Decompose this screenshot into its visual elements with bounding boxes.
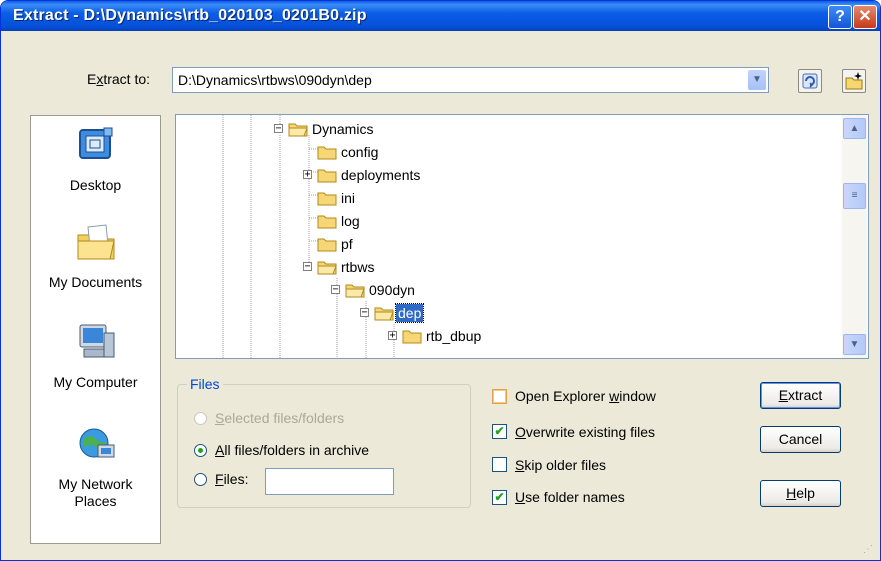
tree-node-label[interactable]: deployments: [339, 166, 422, 184]
folder-tree[interactable]: − Dynamics config + deployments ini log pf − rtbw…: [175, 114, 869, 359]
files-radio-label: Files:: [215, 471, 249, 487]
places-bar: Desktop My Documents My Computer My Netw…: [30, 115, 161, 544]
tree-node-label[interactable]: config: [339, 143, 380, 161]
extract-dialog: Extract - D:\Dynamics\rtb_020103_0201B0.…: [0, 0, 881, 561]
resize-grip[interactable]: ⋰: [863, 544, 873, 555]
window-title: Extract - D:\Dynamics\rtb_020103_0201B0.…: [13, 7, 367, 24]
chevron-down-icon[interactable]: ▼: [748, 70, 766, 90]
overwrite-label: Overwrite existing files: [515, 424, 656, 440]
scroll-up-button[interactable]: ▲: [843, 118, 866, 139]
expand-icon[interactable]: +: [388, 331, 397, 341]
folder-icon: [317, 169, 337, 183]
place-my-documents[interactable]: My Documents: [31, 221, 160, 291]
tree-node-label[interactable]: pf: [339, 235, 355, 253]
new-folder-button[interactable]: [842, 69, 866, 93]
files-group-legend: Files: [187, 376, 223, 392]
folder-icon: [317, 261, 337, 275]
refresh-folder-button[interactable]: [798, 69, 822, 93]
selected-files-radio[interactable]: [194, 412, 207, 425]
folder-icon: [317, 238, 337, 252]
help-button[interactable]: Help: [760, 480, 841, 507]
help-title-button[interactable]: ?: [828, 5, 852, 29]
collapse-icon[interactable]: −: [274, 124, 283, 134]
place-my-computer-label: My Computer: [53, 374, 138, 390]
tree-scrollbar[interactable]: ▲ ≡ ▼: [842, 115, 867, 358]
tree-node-label[interactable]: rtbws: [339, 258, 376, 276]
all-files-radio[interactable]: [194, 444, 207, 457]
extract-path-combo[interactable]: D:\Dynamics\rtbws\090dyn\dep ▼: [172, 67, 769, 93]
overwrite-checkbox[interactable]: ✔: [492, 424, 507, 439]
desktop-icon: [78, 127, 112, 159]
place-my-documents-label: My Documents: [48, 274, 143, 290]
my-network-places-icon: [79, 428, 114, 458]
my-computer-icon: [79, 324, 114, 358]
new-folder-icon: [845, 72, 863, 90]
folder-icon: [317, 215, 337, 229]
files-pattern-input[interactable]: [265, 468, 394, 495]
open-explorer-label: Open Explorer window: [515, 388, 656, 404]
folder-icon: [402, 330, 422, 344]
extract-path-value[interactable]: D:\Dynamics\rtbws\090dyn\dep: [178, 72, 372, 88]
tree-node-label[interactable]: ini: [339, 189, 357, 207]
tree-connector-lines: [222, 115, 395, 358]
collapse-icon[interactable]: −: [303, 262, 312, 272]
selected-files-label: Selected files/folders: [215, 410, 345, 426]
collapse-icon[interactable]: −: [331, 285, 340, 295]
skip-older-label: Skip older files: [515, 457, 607, 473]
use-folder-names-label: Use folder names: [515, 489, 625, 505]
radio-selected-dot: [198, 448, 203, 453]
folder-icon: [288, 123, 308, 137]
use-folder-names-checkbox[interactable]: ✔: [492, 490, 507, 505]
tree-node-label[interactable]: Dynamics: [310, 120, 375, 138]
place-my-network-label: My Network Places: [58, 476, 133, 509]
tree-node-label[interactable]: dep: [394, 303, 425, 323]
open-explorer-checkbox[interactable]: [492, 389, 507, 404]
all-files-label: All files/folders in archive: [215, 442, 370, 458]
place-desktop-label: Desktop: [69, 177, 122, 193]
place-my-network-places[interactable]: My Network Places: [31, 423, 160, 510]
refresh-folder-icon: [802, 73, 818, 89]
my-documents-icon: [77, 224, 115, 260]
close-button[interactable]: ✕: [853, 5, 877, 29]
collapse-icon[interactable]: −: [360, 308, 369, 318]
folder-icon: [374, 307, 394, 321]
tree-node-label[interactable]: 090dyn: [367, 281, 417, 299]
scroll-thumb[interactable]: ≡: [843, 183, 866, 209]
tree-node-label[interactable]: rtb_dbup: [424, 327, 483, 345]
tree-node-label[interactable]: log: [339, 212, 362, 230]
files-radio[interactable]: [194, 473, 207, 486]
folder-icon: [317, 192, 337, 206]
extract-button[interactable]: Extract: [760, 382, 841, 409]
extract-to-label: Extract to:: [87, 71, 151, 87]
title-bar[interactable]: Extract - D:\Dynamics\rtb_020103_0201B0.…: [1, 1, 880, 31]
cancel-button[interactable]: Cancel: [760, 426, 841, 453]
place-my-computer[interactable]: My Computer: [31, 321, 160, 391]
folder-icon: [317, 146, 337, 160]
folder-icon: [345, 284, 365, 298]
place-desktop[interactable]: Desktop: [31, 124, 160, 194]
skip-older-checkbox[interactable]: [492, 457, 507, 472]
scroll-down-button[interactable]: ▼: [843, 334, 866, 355]
expand-icon[interactable]: +: [303, 170, 312, 180]
